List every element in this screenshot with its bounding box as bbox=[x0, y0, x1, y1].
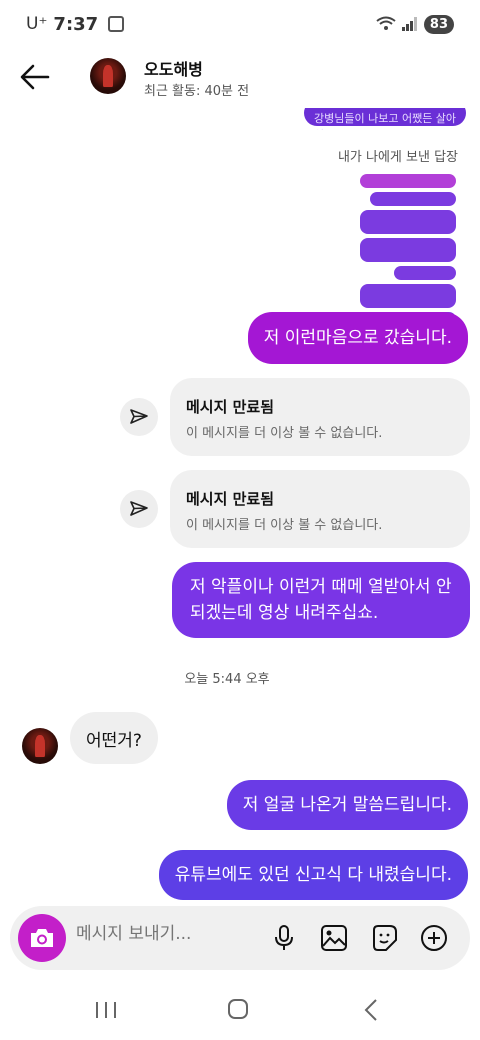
recent-apps-icon[interactable] bbox=[90, 996, 122, 1024]
status-time: 7:37 bbox=[53, 13, 99, 35]
sticker-icon bbox=[373, 925, 397, 951]
expired-message[interactable]: 메시지 만료됨 이 메시지를 더 이상 볼 수 없습니다. bbox=[170, 378, 470, 456]
last-active-status: 최근 활동: 40분 전 bbox=[144, 84, 250, 99]
plus-circle-icon bbox=[421, 925, 447, 951]
thumbnail-line bbox=[394, 266, 456, 280]
chat-header: 오도해병 최근 활동: 40분 전 bbox=[0, 50, 480, 106]
message-thread[interactable]: 강병님들이 나보고 어쨌든 살아서 내가 나에게 보낸 답장 저 이런마음으로 … bbox=[0, 108, 480, 908]
back-nav-icon[interactable] bbox=[356, 996, 388, 1024]
image-icon bbox=[321, 925, 347, 951]
microphone-icon bbox=[275, 925, 293, 950]
sent-message[interactable]: 저 얼굴 나온거 말씀드립니다. bbox=[226, 780, 468, 830]
expired-message[interactable]: 메시지 만료됨 이 메시지를 더 이상 볼 수 없습니다. bbox=[170, 470, 470, 548]
sent-message[interactable]: 저 이런마음으로 갔습니다. bbox=[247, 312, 468, 364]
sent-message[interactable]: 유튜브에도 있던 신고식 다 내렸습니다. bbox=[158, 850, 468, 900]
status-bar: U⁺ 7:37 83 bbox=[0, 0, 480, 48]
contact-avatar[interactable] bbox=[90, 58, 126, 94]
expired-message-title: 메시지 만료됨 bbox=[186, 398, 275, 416]
received-message[interactable]: 어떤거? bbox=[70, 712, 158, 764]
reply-context-label: 내가 나에게 보낸 답장 bbox=[337, 150, 458, 165]
battery-indicator: 83 bbox=[423, 14, 454, 34]
previous-message-clipped: 강병님들이 나보고 어쨌든 살아서 bbox=[304, 108, 466, 130]
thumbnail-line bbox=[360, 238, 456, 262]
send-icon-badge bbox=[120, 398, 158, 436]
thumbnail-line bbox=[370, 192, 456, 206]
camera-icon bbox=[31, 929, 53, 947]
thumbnail-line bbox=[360, 174, 456, 188]
contact-name[interactable]: 오도해병 bbox=[144, 56, 203, 80]
message-composer bbox=[10, 906, 470, 970]
back-arrow-icon[interactable] bbox=[18, 60, 52, 94]
send-icon-badge bbox=[120, 490, 158, 528]
carrier-label: U⁺ bbox=[26, 14, 48, 34]
camera-button[interactable] bbox=[18, 914, 66, 962]
expired-message-title: 메시지 만료됨 bbox=[186, 490, 275, 508]
clipped-message-text: 강병님들이 나보고 어쨌든 살아서 bbox=[314, 112, 457, 130]
home-icon[interactable] bbox=[222, 996, 254, 1024]
sticker-button[interactable] bbox=[368, 922, 400, 954]
more-options-button[interactable] bbox=[418, 922, 450, 954]
thumbnail-line bbox=[360, 210, 456, 234]
message-input[interactable] bbox=[76, 924, 256, 944]
thumbnail-line bbox=[360, 284, 456, 308]
paper-plane-icon bbox=[130, 409, 148, 424]
sent-message[interactable]: 저 악플이나 이런거 때메 열받아서 안되겠는데 영상 내려주십쇼. bbox=[172, 562, 470, 638]
gallery-button[interactable] bbox=[318, 922, 350, 954]
message-timestamp: 오늘 5:44 오후 bbox=[184, 672, 270, 687]
microphone-button[interactable] bbox=[268, 922, 300, 954]
expired-message-subtitle: 이 메시지를 더 이상 볼 수 없습니다. bbox=[186, 426, 383, 441]
wifi-icon bbox=[376, 16, 396, 30]
screen-record-icon bbox=[108, 16, 125, 32]
sender-avatar[interactable] bbox=[22, 728, 58, 764]
system-navigation-bar bbox=[0, 980, 480, 1040]
signal-icon bbox=[401, 17, 417, 31]
expired-message-subtitle: 이 메시지를 더 이상 볼 수 없습니다. bbox=[186, 518, 383, 533]
paper-plane-icon bbox=[130, 501, 148, 516]
